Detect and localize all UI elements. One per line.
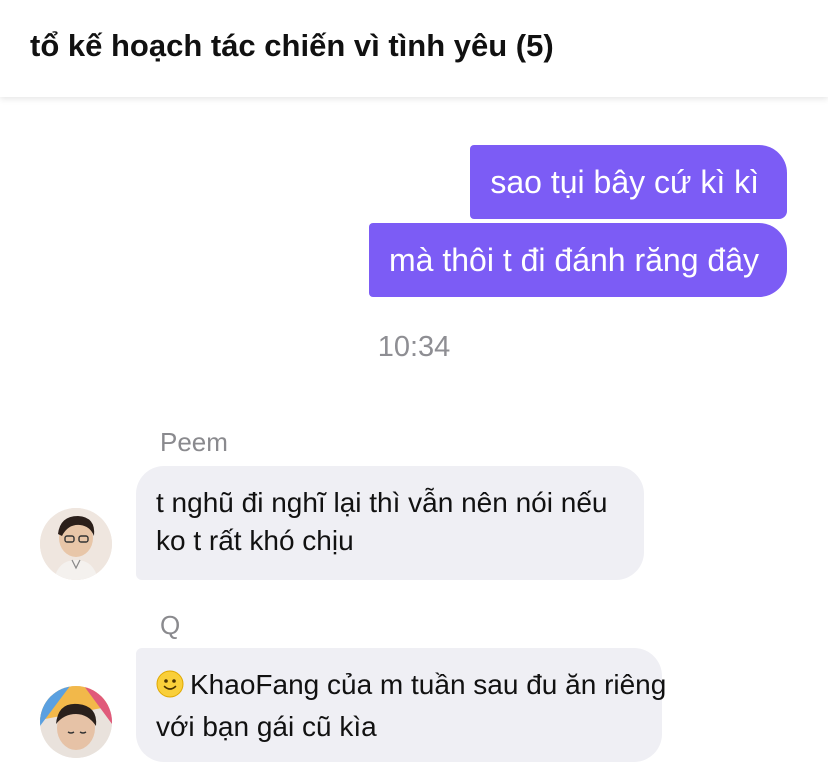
chat-header: tổ kế hoạch tác chiến vì tình yêu (5) (0, 0, 828, 97)
message-line: t nghũ đi nghĩ lại thì vẫn nên nói nếu (156, 487, 608, 518)
outgoing-message[interactable]: sao tụi bây cứ kì kì (470, 145, 787, 219)
avatar-photo-icon (40, 686, 112, 758)
sender-name: Peem (160, 427, 228, 457)
message-line: ko t rất khó chịu (156, 525, 354, 556)
message-line: với bạn gái cũ kìa (156, 711, 377, 742)
incoming-message[interactable]: KhaoFang của m tuần sau đu ăn riêng với … (136, 648, 666, 762)
avatar[interactable] (40, 686, 112, 758)
sender-name: Q (160, 610, 181, 640)
avatar[interactable] (40, 508, 112, 580)
avatar-photo-icon (40, 508, 112, 580)
outgoing-message[interactable]: mà thôi t đi đánh răng đây (368, 223, 787, 297)
message-timestamp: 10:34 (377, 331, 451, 363)
message-text: KhaoFang của m tuần sau đu ăn riêng (190, 669, 667, 700)
message-list[interactable]: sao tụi bây cứ kì kì mà thôi t đi đánh r… (0, 97, 828, 772)
incoming-message[interactable]: t nghũ đi nghĩ lại thì vẫn nên nói nếu k… (136, 466, 644, 580)
group-title[interactable]: tổ kế hoạch tác chiến vì tình yêu (5) (30, 28, 554, 64)
slightly-smiling-face-icon (156, 670, 184, 708)
message-line: KhaoFang của m tuần sau đu ăn riêng (156, 666, 666, 708)
